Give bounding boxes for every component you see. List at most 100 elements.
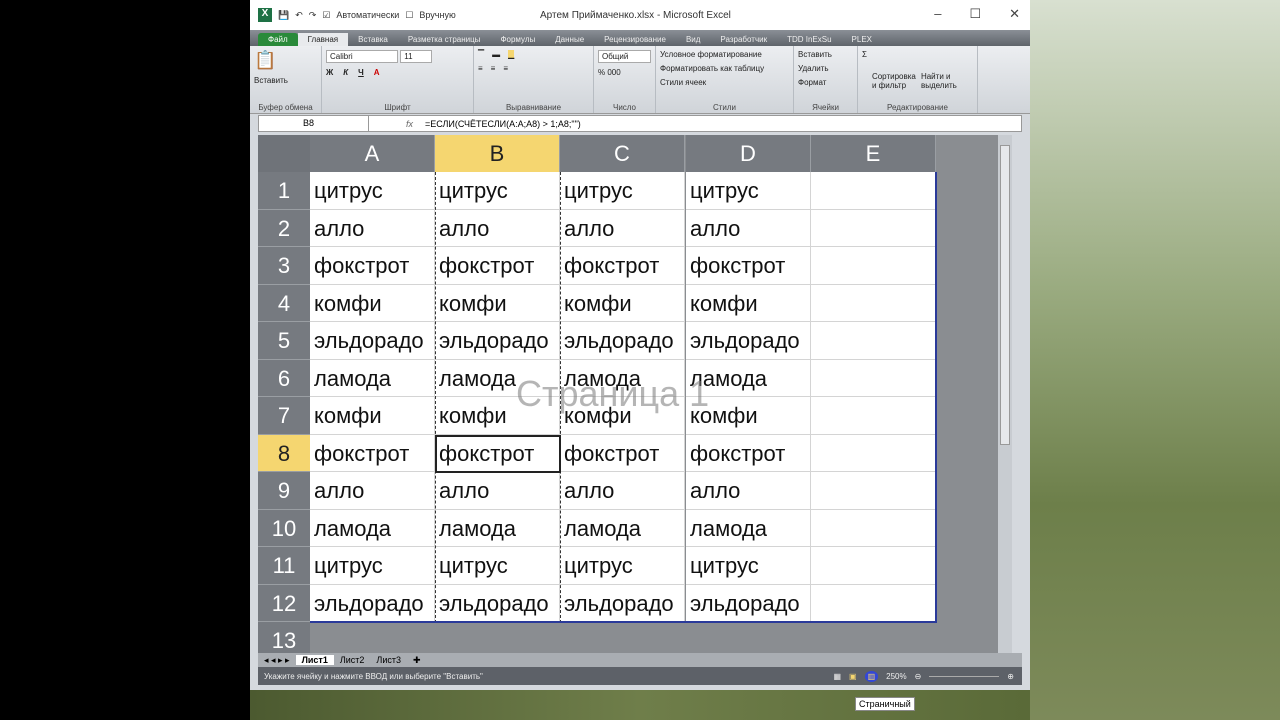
format-as-table-button[interactable]: Форматировать как таблицу: [660, 64, 789, 73]
cell-D8[interactable]: фокстрот: [686, 434, 811, 472]
row-header-9[interactable]: 9: [258, 472, 310, 510]
zoom-level[interactable]: 250%: [886, 672, 906, 681]
zoom-slider[interactable]: [929, 675, 1000, 677]
row-header-12[interactable]: 12: [258, 584, 310, 622]
insert-cells-button[interactable]: Вставить: [798, 50, 853, 59]
align-left-icon[interactable]: ≡: [478, 64, 483, 73]
sheet-tab-1[interactable]: Лист1: [295, 655, 334, 665]
column-header-D[interactable]: D: [686, 135, 811, 172]
row-header-11[interactable]: 11: [258, 547, 310, 585]
cell-D10[interactable]: ламода: [686, 509, 811, 547]
tab-developer[interactable]: Разработчик: [710, 33, 777, 46]
insert-function-icon[interactable]: fx: [369, 119, 419, 129]
maximize-button[interactable]: ☐: [969, 6, 981, 22]
cell-B1[interactable]: цитрус: [435, 172, 560, 210]
cell-B9[interactable]: алло: [435, 472, 560, 510]
cell-styles-button[interactable]: Стили ячеек: [660, 78, 789, 87]
cell-E5[interactable]: [811, 322, 936, 360]
cell-E10[interactable]: [811, 509, 936, 547]
cell-A2[interactable]: алло: [310, 209, 435, 247]
row-header-1[interactable]: 1: [258, 172, 310, 210]
bold-button[interactable]: Ж: [326, 68, 333, 77]
cell-B2[interactable]: алло: [435, 209, 560, 247]
cell-B4[interactable]: комфи: [435, 284, 560, 322]
tab-tdd[interactable]: TDD InExSu: [777, 33, 841, 46]
cell-A10[interactable]: ламода: [310, 509, 435, 547]
cell-E3[interactable]: [811, 247, 936, 285]
cell-E6[interactable]: [811, 359, 936, 397]
cell-A9[interactable]: алло: [310, 472, 435, 510]
column-header-B[interactable]: B: [435, 135, 560, 172]
manual-calc-checkbox[interactable]: ☐: [405, 10, 413, 21]
cell-C1[interactable]: цитрус: [560, 172, 685, 210]
tab-file[interactable]: Файл: [258, 33, 298, 46]
worksheet-grid[interactable]: A B C D E 1 2 3 4 5 6 7 8 9 10 11 12 13 цитрус цитрус цитрус…: [258, 135, 998, 653]
paste-button[interactable]: Вставить: [254, 76, 317, 85]
cell-D1[interactable]: цитрус: [686, 172, 811, 210]
cell-C2[interactable]: алло: [560, 209, 685, 247]
sheet-tab-3[interactable]: Лист3: [370, 655, 407, 665]
cell-E1[interactable]: [811, 172, 936, 210]
column-header-E[interactable]: E: [811, 135, 936, 172]
cell-E7[interactable]: [811, 397, 936, 435]
conditional-formatting-button[interactable]: Условное форматирование: [660, 50, 789, 59]
cell-D5[interactable]: эльдорадо: [686, 322, 811, 360]
auto-calc-checkbox[interactable]: ☑: [322, 10, 330, 21]
cell-B10[interactable]: ламода: [435, 509, 560, 547]
cell-A3[interactable]: фокстрот: [310, 247, 435, 285]
minimize-button[interactable]: –: [934, 6, 941, 22]
row-header-10[interactable]: 10: [258, 509, 310, 547]
column-header-A[interactable]: A: [310, 135, 435, 172]
column-header-C[interactable]: C: [560, 135, 685, 172]
row-header-8[interactable]: 8: [258, 434, 310, 472]
cell-C9[interactable]: алло: [560, 472, 685, 510]
tab-formulas[interactable]: Формулы: [490, 33, 545, 46]
cell-C8[interactable]: фокстрот: [560, 434, 685, 472]
tab-home[interactable]: Главная: [297, 33, 349, 46]
tab-insert[interactable]: Вставка: [348, 33, 398, 46]
cell-A8[interactable]: фокстрот: [310, 434, 435, 472]
cell-E2[interactable]: [811, 209, 936, 247]
cell-D4[interactable]: комфи: [686, 284, 811, 322]
cell-E4[interactable]: [811, 284, 936, 322]
scroll-thumb[interactable]: [1000, 145, 1010, 445]
cell-C10[interactable]: ламода: [560, 509, 685, 547]
percent-button[interactable]: % 000: [598, 68, 651, 77]
sheet-nav-icon[interactable]: ◂ ◂ ▸ ▸: [258, 655, 296, 666]
cell-A6[interactable]: ламода: [310, 359, 435, 397]
cell-D12[interactable]: эльдорадо: [686, 584, 811, 622]
row-header-6[interactable]: 6: [258, 359, 310, 397]
font-color-button[interactable]: A: [374, 68, 380, 77]
number-format-select[interactable]: Общий: [598, 50, 651, 63]
row-header-7[interactable]: 7: [258, 397, 310, 435]
cell-B11[interactable]: цитрус: [435, 547, 560, 585]
new-sheet-icon[interactable]: ✚: [407, 655, 427, 666]
select-all-button[interactable]: [258, 135, 310, 172]
row-header-5[interactable]: 5: [258, 322, 310, 360]
align-top-icon[interactable]: ▔: [478, 50, 484, 59]
row-header-4[interactable]: 4: [258, 284, 310, 322]
cell-E12[interactable]: [811, 584, 936, 622]
cell-A5[interactable]: эльдорадо: [310, 322, 435, 360]
row-header-2[interactable]: 2: [258, 209, 310, 247]
tab-data[interactable]: Данные: [545, 33, 594, 46]
cell-A11[interactable]: цитрус: [310, 547, 435, 585]
cell-B8[interactable]: фокстрот: [435, 434, 560, 472]
tab-plex[interactable]: PLEX: [842, 33, 882, 46]
tab-page-layout[interactable]: Разметка страницы: [398, 33, 491, 46]
vertical-scrollbar[interactable]: [998, 135, 1012, 653]
formula-input[interactable]: =ЕСЛИ(СЧЁТЕСЛИ(A:A;A8) > 1;A8;""): [419, 119, 581, 129]
cell-C4[interactable]: комфи: [560, 284, 685, 322]
align-center-icon[interactable]: ≡: [491, 64, 496, 73]
redo-icon[interactable]: ↷: [309, 10, 317, 21]
cell-A4[interactable]: комфи: [310, 284, 435, 322]
name-box[interactable]: B8: [259, 116, 369, 131]
align-bottom-icon[interactable]: ▁: [508, 50, 515, 59]
font-size-select[interactable]: 11: [400, 50, 433, 63]
cell-E11[interactable]: [811, 547, 936, 585]
italic-button[interactable]: К: [343, 68, 348, 77]
format-cells-button[interactable]: Формат: [798, 78, 853, 87]
cell-D3[interactable]: фокстрот: [686, 247, 811, 285]
row-header-3[interactable]: 3: [258, 247, 310, 285]
page-layout-view-icon[interactable]: ▣: [849, 672, 857, 681]
